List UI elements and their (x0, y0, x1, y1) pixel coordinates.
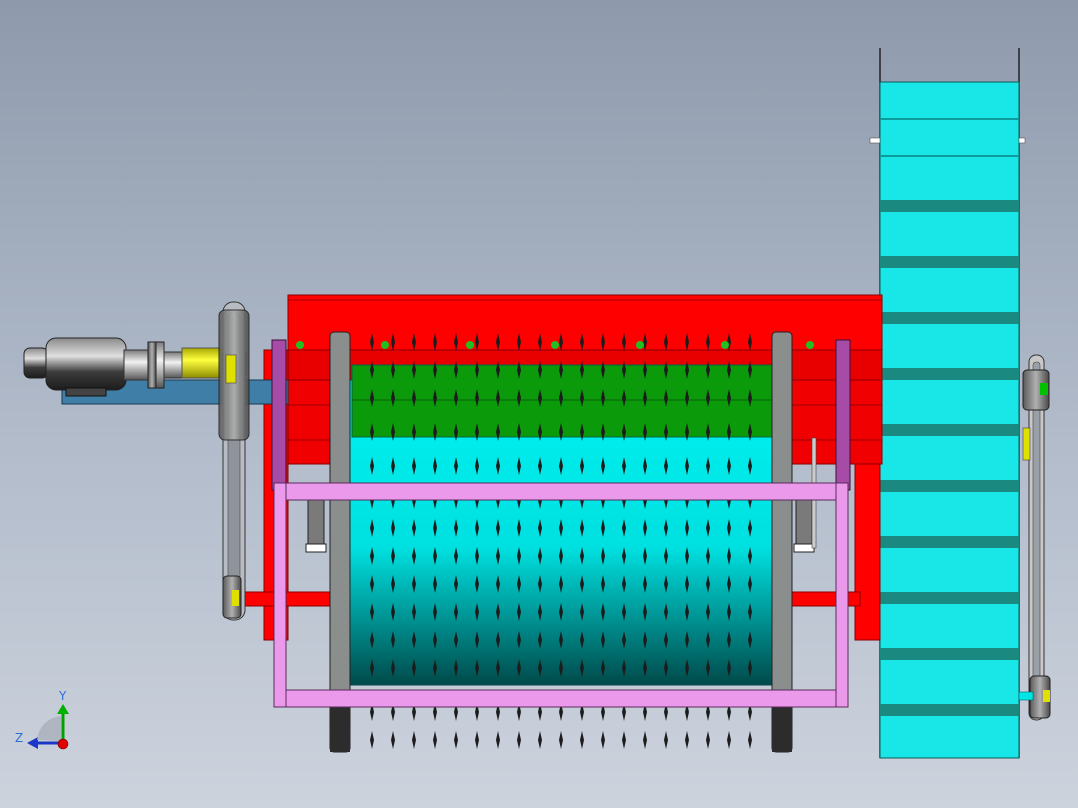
axis-triad: Y Z (15, 689, 69, 750)
left-belt-drive (218, 301, 250, 621)
drum-tooth (559, 731, 563, 749)
drum-end-right (771, 331, 793, 753)
frame-left-post (273, 482, 287, 708)
housing-right-post (854, 463, 881, 641)
shaft-flange-1 (147, 341, 157, 389)
y-axis-arrow (57, 704, 69, 714)
roller-band (880, 536, 1019, 548)
roller-band (880, 312, 1019, 324)
frame-top-rail (273, 482, 849, 501)
motor-endcap (23, 347, 49, 379)
left-upper-hub (225, 354, 237, 384)
drum-tooth (748, 731, 752, 749)
housing-bolt (381, 341, 389, 349)
roller-band (880, 368, 1019, 380)
drum-end-left-dark (330, 705, 350, 752)
drum-tooth (370, 731, 374, 749)
roller-band-line (880, 118, 1019, 120)
drum-end-left (329, 331, 351, 753)
housing-bolt (636, 341, 644, 349)
drum-tooth (538, 731, 542, 749)
housing-bolt (806, 341, 814, 349)
drum-tooth (706, 731, 710, 749)
drum-tooth (685, 731, 689, 749)
roller-band (880, 704, 1019, 716)
left-lower-hub (232, 590, 239, 606)
roller-band (880, 424, 1019, 436)
drum-tooth (391, 731, 395, 749)
right-belt-inner (1032, 361, 1041, 713)
roller-band-line (880, 155, 1019, 157)
right-lower-shaft (1018, 691, 1034, 701)
roller-band (880, 480, 1019, 492)
drum-tooth (643, 731, 647, 749)
roller-band (880, 200, 1019, 212)
drum-tooth (622, 731, 626, 749)
y-axis-label: Y (58, 689, 67, 703)
drum-tooth (517, 731, 521, 749)
drum-tooth (412, 731, 416, 749)
right-roller-assembly (869, 48, 1026, 759)
drum-tooth (475, 731, 479, 749)
roller-band (880, 648, 1019, 660)
right-belt-drive (1018, 354, 1051, 721)
z-axis-label: Z (15, 731, 23, 745)
bracket-left-foot (305, 543, 327, 553)
z-axis-arrow (27, 737, 38, 749)
right-mid-yellow-hub (1022, 427, 1031, 461)
drum-tooth (496, 731, 500, 749)
frame-right-post (835, 482, 849, 708)
drum-tooth (601, 731, 605, 749)
drum-tooth (580, 731, 584, 749)
housing-bolt (466, 341, 474, 349)
roller-pin (869, 137, 881, 144)
motor-body (45, 337, 127, 391)
drum-tooth (727, 731, 731, 749)
triad-arc (37, 716, 61, 741)
shaft-flange-2 (155, 341, 165, 389)
cad-assembly-view: Y Z (15, 48, 1051, 759)
housing-bolt (551, 341, 559, 349)
x-axis-dot (57, 738, 69, 750)
roller-band (880, 592, 1019, 604)
purple-post-left (271, 339, 287, 491)
frame-bottom-rail (273, 689, 849, 708)
roller-pin-right (1018, 137, 1026, 144)
housing-bolt (721, 341, 729, 349)
shaft-section-2 (163, 351, 185, 379)
drum-tooth (433, 731, 437, 749)
lower-shaft-right (789, 591, 861, 607)
purple-post-right (835, 339, 851, 491)
drum-end-right-dark (772, 705, 792, 752)
housing-top (287, 294, 883, 351)
drum-assembly (296, 331, 814, 753)
roller-band (880, 256, 1019, 268)
motor-foot (65, 387, 107, 397)
housing-bolt (296, 341, 304, 349)
drum-tooth (664, 731, 668, 749)
right-upper-hub-green (1040, 383, 1048, 395)
drum-tooth (454, 731, 458, 749)
shaft-section-1 (123, 349, 151, 381)
yellow-coupling (181, 347, 225, 379)
bracket-right-foot (793, 543, 815, 553)
right-lower-hub-yellow (1043, 690, 1050, 702)
